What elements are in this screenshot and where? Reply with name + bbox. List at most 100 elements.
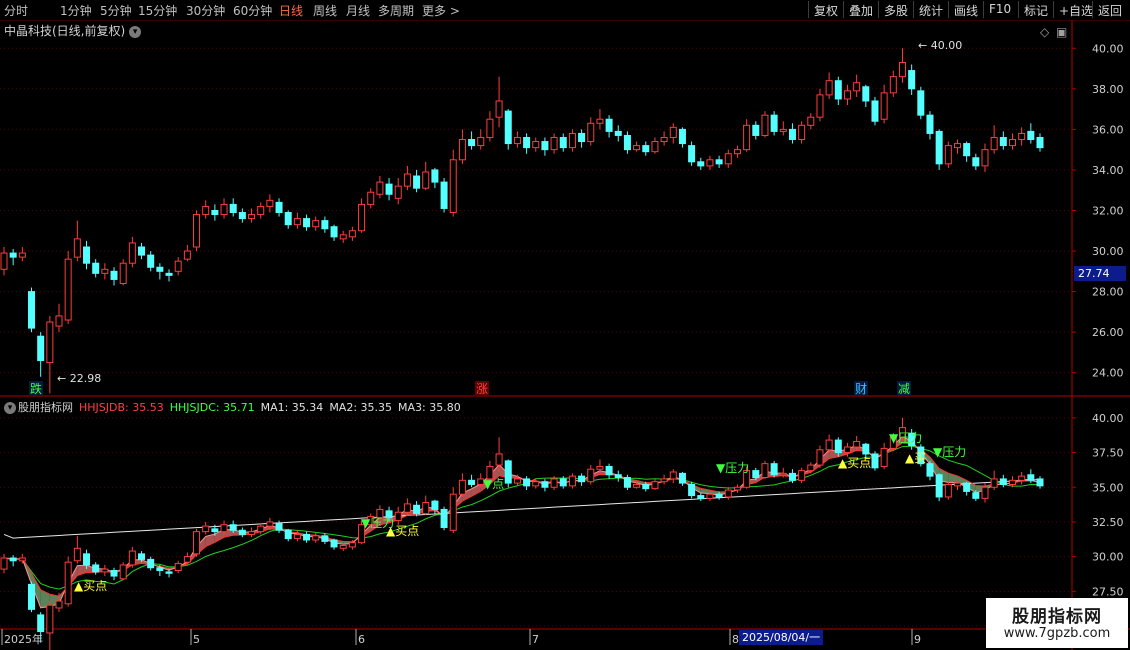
sub-candle [614,474,622,479]
sub-candle [55,600,63,609]
main-candle [413,175,421,189]
main-candle [990,136,998,151]
sub-candle [559,478,567,487]
signal-label: ▼点 [483,477,504,491]
main-candle [183,250,191,260]
sub-candle [394,511,402,522]
main-candle [587,122,595,143]
sub-candle [138,553,146,560]
sub-candle [642,483,650,490]
sub-candle [413,504,421,515]
main-candle [303,218,311,228]
main-candle [119,262,127,284]
sub-candle [110,570,118,577]
main-candle [706,159,714,167]
main-candle [229,203,237,214]
main-candle [889,76,897,94]
sub-candle [64,561,72,605]
sub-candle [770,463,778,476]
sub-candle [816,449,824,466]
sub-candle [981,486,989,499]
sub-candle [37,614,45,633]
main-candle [972,157,980,167]
main-candle [798,124,806,141]
sub-candle [1036,478,1044,487]
main-candle [128,242,136,264]
main-candle [642,145,650,153]
sub-candle [568,475,576,487]
sub-candle [880,447,888,467]
sub-candle [633,483,641,488]
sub-candle [128,550,136,566]
sub-candle [458,479,466,495]
main-candle [853,82,861,92]
main-candle [18,252,26,258]
main-candle [238,212,246,220]
sub-candle [678,472,686,484]
main-candle [761,114,769,136]
main-candle [999,136,1007,147]
main-candle [807,116,815,126]
x-axis-label: 9 [914,633,921,646]
main-candle [348,230,356,238]
main-candle [385,183,393,195]
sub-candle [183,556,191,563]
sub-candle [156,567,164,571]
main-candle [578,132,586,143]
main-candle [559,136,567,149]
main-candle [394,185,402,199]
price-cursor-label: 27.74 [1074,266,1126,281]
main-candle [339,234,347,240]
sub-candle [73,547,81,562]
main-candle [669,126,677,138]
sub-candle [321,535,329,542]
sub-candle [926,463,934,477]
main-y-tick-label: 36.00 [1092,123,1124,136]
sub-candle [468,479,476,485]
main-candle [532,141,540,149]
sub-candle [1018,475,1026,481]
main-candle [330,226,338,238]
main-candle [367,191,375,205]
main-candle [513,136,521,145]
main-candle [504,110,512,145]
main-candle [917,90,925,116]
main-y-tick-label: 28.00 [1092,286,1124,299]
sub-candle [147,558,155,569]
main-candle [193,214,201,248]
sub-candle [220,524,228,533]
main-candle [477,136,485,147]
sub-candle [431,500,439,510]
main-candle [257,205,265,216]
main-candle [248,214,256,220]
date-cursor-label: 2025/08/04/一 [739,630,824,645]
sub-y-tick-label: 30.00 [1092,551,1124,564]
signal-label: ▲买点 [838,456,871,470]
sub-candle [1008,479,1016,485]
main-candle [935,130,943,165]
sub-candle [513,478,521,484]
sub-candle [623,477,631,488]
main-candle [834,80,842,100]
main-candle [422,171,430,189]
ma3-line [3,478,1041,539]
sub-candle [963,482,971,492]
sub-candle [871,453,879,469]
event-marker-2: 财 [855,382,867,396]
main-candle [458,139,466,161]
main-candle [449,159,457,214]
signal-label: ▼压力 [933,445,966,459]
main-candle [963,143,971,157]
main-candle [871,100,879,122]
main-candle [1027,130,1035,141]
main-candle [898,61,906,78]
sub-y-tick-label: 37.50 [1092,447,1124,460]
sub-candle [28,583,36,610]
sub-y-tick-label: 32.50 [1092,516,1124,529]
sub-candle [202,525,210,533]
main-candle [541,141,549,151]
sub-candle [953,482,961,487]
main-candle [55,315,63,327]
kline-chart[interactable]: 40.00 38.00 36.00 34.00 32.00 30.00 28.00 26.00… [0,0,1130,650]
sub-candle [83,553,91,566]
